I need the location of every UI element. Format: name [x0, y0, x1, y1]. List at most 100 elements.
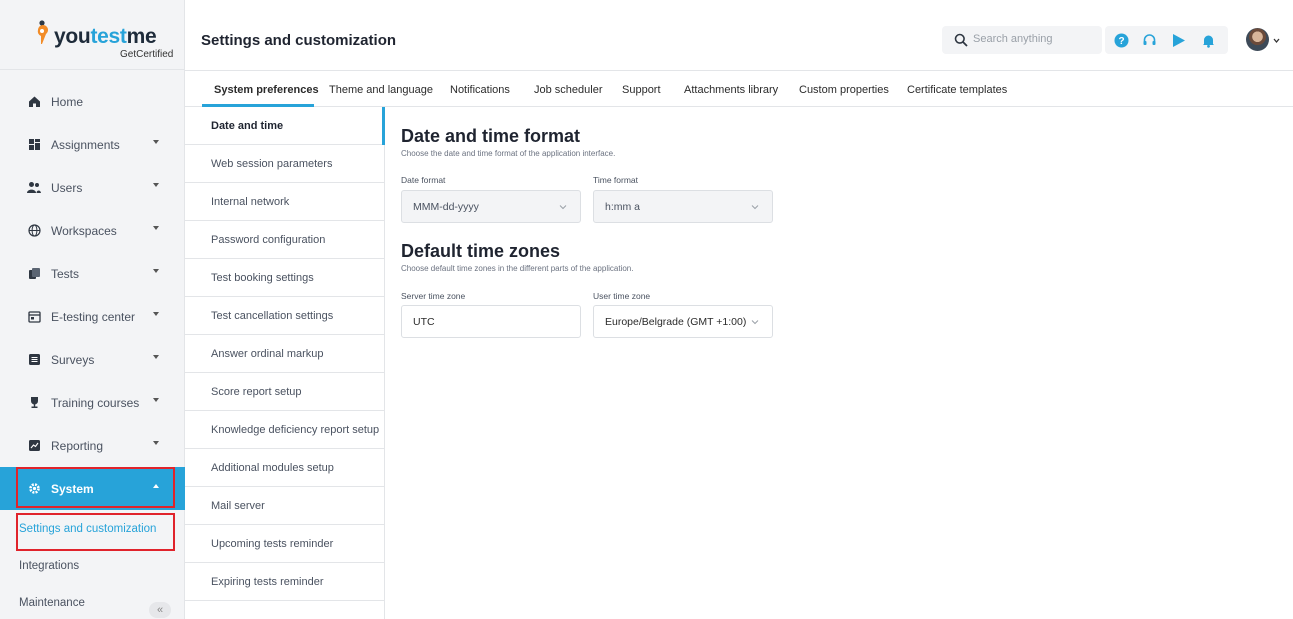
settings-tabs: System preferences Theme and language No… [185, 71, 1293, 107]
sidebar-item-reporting[interactable]: Reporting [0, 424, 185, 467]
subnav-item-answer-ordinal-markup[interactable]: Answer ordinal markup [185, 335, 384, 373]
chevron-down-icon [751, 205, 759, 210]
user-time-zone-label: User time zone [593, 291, 651, 301]
sidebar-item-home[interactable]: Home [0, 80, 185, 123]
date-format-value: MMM-dd-yyyy [413, 200, 479, 213]
highlight-box-system [16, 467, 175, 508]
reporting-icon [27, 439, 41, 453]
support-button[interactable] [1141, 32, 1158, 49]
header-toolbar: ? [1105, 26, 1228, 54]
users-icon [27, 181, 41, 195]
tab-certificate-templates[interactable]: Certificate templates [907, 84, 1007, 96]
subnav-item-test-cancellation-settings[interactable]: Test cancellation settings [185, 297, 384, 335]
notifications-button[interactable] [1200, 32, 1217, 49]
chevron-down-icon [153, 226, 159, 230]
tab-theme-and-language[interactable]: Theme and language [329, 84, 433, 96]
sidebar-item-label: Reporting [51, 438, 104, 453]
calendar-icon [27, 310, 41, 324]
sidebar-item-surveys[interactable]: Surveys [0, 338, 185, 381]
chevron-down-icon [153, 183, 159, 187]
sidebar-item-workspaces[interactable]: Workspaces [0, 209, 185, 252]
sidebar-item-training-courses[interactable]: Training courses [0, 381, 185, 424]
sidebar-item-label: Home [51, 94, 84, 109]
brand-name: youtestme [54, 25, 157, 48]
sidebar-subitem-integrations[interactable]: Integrations [0, 547, 185, 584]
search-box[interactable]: Search anything [942, 26, 1102, 54]
date-format-select[interactable]: MMM-dd-yyyy [401, 190, 581, 223]
help-icon: ? [1114, 33, 1129, 48]
assignments-icon [27, 138, 41, 152]
brand-subtitle: GetCertified [120, 49, 174, 60]
svg-text:?: ? [1118, 36, 1124, 47]
subnav-item-expiring-tests-reminder[interactable]: Expiring tests reminder [185, 563, 384, 601]
surveys-icon [27, 353, 41, 367]
headset-icon [1143, 34, 1156, 45]
chevron-down-icon[interactable] [1273, 37, 1280, 44]
section-description: Choose the date and time format of the a… [401, 149, 616, 158]
brand-logo[interactable]: youtestme GetCertified [0, 0, 185, 70]
sidebar-item-tests[interactable]: Tests [0, 252, 185, 295]
chevron-down-icon [153, 312, 159, 316]
page-title: Settings and customization [201, 32, 397, 49]
sidebar-item-label: Training courses [51, 395, 140, 410]
home-icon [27, 95, 41, 109]
collapse-sidebar-button[interactable]: « [149, 602, 171, 618]
subnav-item-password-configuration[interactable]: Password configuration [185, 221, 384, 259]
globe-icon [27, 224, 41, 238]
tab-job-scheduler[interactable]: Job scheduler [534, 84, 603, 96]
sidebar-item-label: Tests [51, 266, 80, 281]
subnav-item-score-report-setup[interactable]: Score report setup [185, 373, 384, 411]
chevron-down-icon [751, 320, 759, 325]
chevron-down-icon [153, 269, 159, 273]
subnav-item-test-booking-settings[interactable]: Test booking settings [185, 259, 384, 297]
sidebar-item-label: E-testing center [51, 309, 136, 324]
tab-system-preferences[interactable]: System preferences [214, 84, 319, 96]
user-avatar[interactable] [1246, 28, 1269, 51]
subnav-item-mail-server[interactable]: Mail server [185, 487, 384, 525]
time-format-select[interactable]: h:mm a [593, 190, 773, 223]
subnav-item-internal-network[interactable]: Internal network [185, 183, 384, 221]
user-time-zone-value: Europe/Belgrade (GMT +1:00) [605, 315, 747, 328]
chevron-down-icon [153, 398, 159, 402]
sidebar: youtestme GetCertified Home Assignments … [0, 0, 185, 619]
sidebar-item-assignments[interactable]: Assignments [0, 123, 185, 166]
server-time-zone-field: UTC [401, 305, 581, 338]
chevron-down-icon [153, 140, 159, 144]
play-icon [1173, 34, 1185, 47]
time-format-label: Time format [593, 175, 639, 185]
preferences-subnav: Date and time Web session parameters Int… [185, 107, 385, 619]
section-description: Choose default time zones in the differe… [401, 264, 634, 273]
subnav-item-additional-modules-setup[interactable]: Additional modules setup [185, 449, 384, 487]
section-title-date-time-format: Date and time format [401, 126, 581, 146]
sidebar-item-users[interactable]: Users [0, 166, 185, 209]
subnav-item-knowledge-deficiency-report-setup[interactable]: Knowledge deficiency report setup [185, 411, 384, 449]
help-button[interactable]: ? [1113, 32, 1130, 49]
top-header: Settings and customization Search anythi… [185, 0, 1293, 71]
server-time-zone-value: UTC [413, 315, 435, 328]
search-icon [954, 33, 968, 47]
tab-custom-properties[interactable]: Custom properties [799, 84, 889, 96]
subnav-item-web-session-parameters[interactable]: Web session parameters [185, 145, 384, 183]
chevron-down-icon [559, 205, 567, 210]
chevron-down-icon [153, 355, 159, 359]
tab-support[interactable]: Support [622, 84, 661, 96]
subnav-item-upcoming-tests-reminder[interactable]: Upcoming tests reminder [185, 525, 384, 563]
search-input[interactable]: Search anything [973, 33, 1053, 45]
user-time-zone-select[interactable]: Europe/Belgrade (GMT +1:00) [593, 305, 773, 338]
server-time-zone-label: Server time zone [401, 291, 466, 301]
tab-notifications[interactable]: Notifications [450, 84, 510, 96]
logo-drop-icon [37, 20, 48, 44]
chevron-down-icon [153, 441, 159, 445]
sidebar-item-e-testing-center[interactable]: E-testing center [0, 295, 185, 338]
tab-attachments-library[interactable]: Attachments library [684, 84, 778, 96]
trophy-icon [27, 396, 41, 410]
sidebar-item-label: Users [51, 180, 83, 195]
highlight-box-settings [16, 513, 175, 551]
video-tutorials-button[interactable] [1170, 32, 1187, 49]
sidebar-item-label: Workspaces [51, 223, 117, 238]
tests-icon [27, 267, 41, 281]
time-format-value: h:mm a [605, 200, 641, 213]
subnav-item-date-and-time[interactable]: Date and time [185, 107, 385, 145]
section-title-default-time-zones: Default time zones [401, 241, 561, 261]
date-format-label: Date format [401, 175, 446, 185]
